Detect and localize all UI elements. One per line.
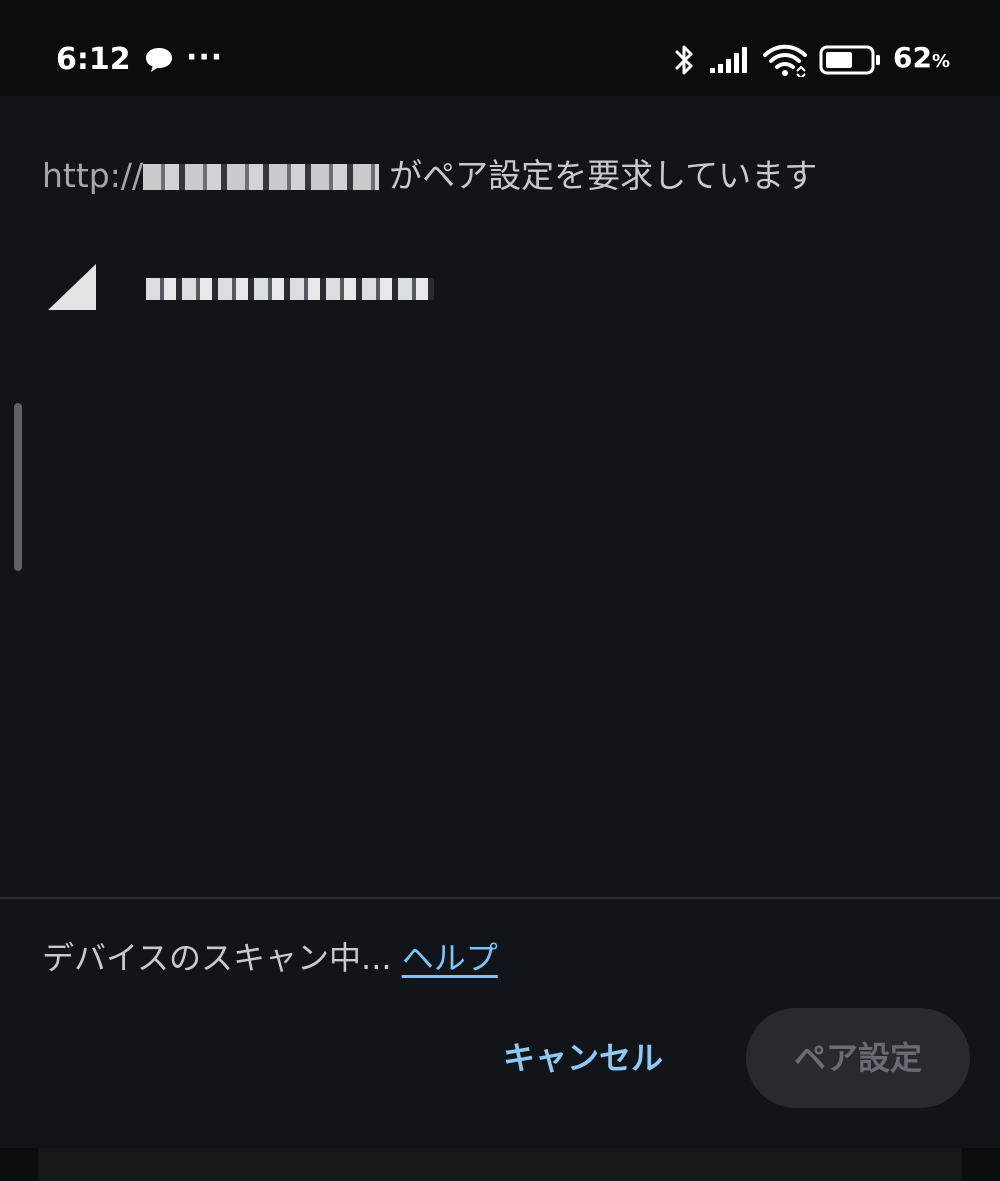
wifi-icon [762,44,807,77]
dialog-title: http:// がペア設定を要求しています [42,154,942,198]
status-icons: 62% [673,41,950,78]
chat-bubble-icon [146,48,172,72]
cancel-button[interactable]: キャンセル [478,1028,688,1088]
status-time: 6:12 [56,42,131,77]
redacted-host [143,164,380,190]
device-list-item[interactable] [0,254,1000,330]
title-text: がペア設定を要求しています [389,156,818,195]
redacted-device-name [146,278,434,300]
scrollbar[interactable] [14,403,22,571]
status-bar: 6:12 ··· 62% [0,0,1000,96]
scan-status-text: デバイスのスキャン中... [42,939,392,977]
help-link[interactable]: ヘルプ [402,939,498,977]
bluetooth-icon [675,45,693,75]
background-content [38,1148,962,1181]
requesting-url: http:// [42,156,144,195]
scan-status-row: デバイスのスキャン中... ヘルプ [42,936,498,980]
battery-percentage: 62% [892,41,950,74]
more-notifications-icon: ··· [186,40,224,75]
pair-button[interactable]: ペア設定 [746,1008,970,1108]
divider [0,897,1000,899]
cellular-signal-icon [709,47,747,73]
signal-strength-icon [48,264,96,310]
bluetooth-pairing-dialog: http:// がペア設定を要求しています デバイスのスキャン中... ヘルプ キ… [0,96,1000,1148]
battery-icon [819,45,880,75]
